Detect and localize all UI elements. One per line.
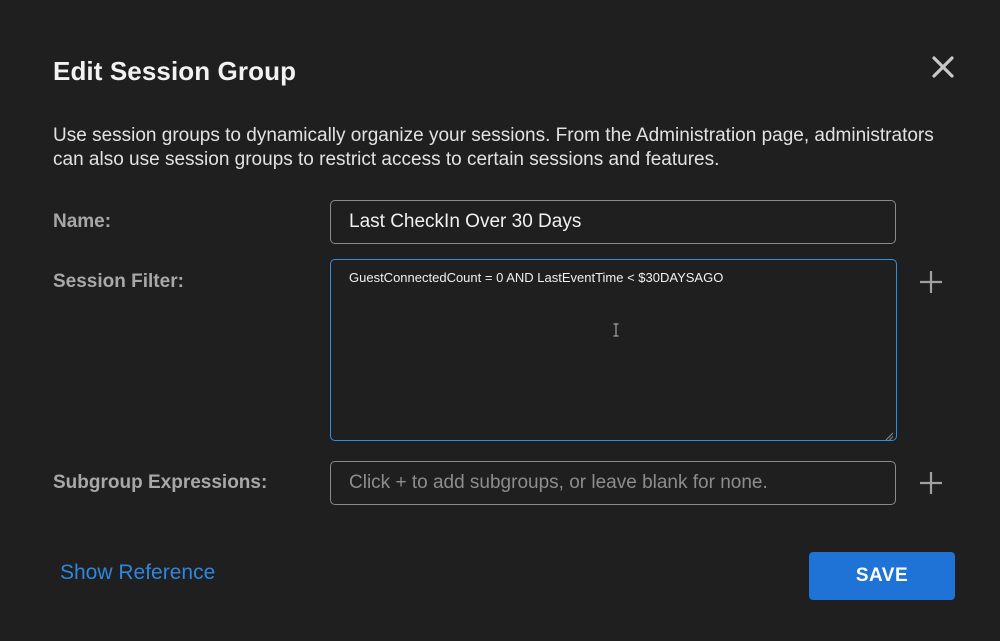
add-filter-button[interactable] bbox=[918, 269, 944, 295]
plus-icon bbox=[918, 470, 944, 496]
subgroup-expressions-label: Subgroup Expressions: bbox=[53, 472, 268, 493]
close-button[interactable] bbox=[928, 52, 958, 82]
save-button[interactable]: SAVE bbox=[809, 552, 955, 600]
session-filter-label: Session Filter: bbox=[53, 271, 184, 292]
add-subgroup-button[interactable] bbox=[918, 470, 944, 496]
close-icon bbox=[928, 52, 958, 82]
edit-session-group-dialog: Edit Session Group Use session groups to… bbox=[0, 0, 1000, 641]
session-filter-textarea[interactable]: GuestConnectedCount = 0 AND LastEventTim… bbox=[330, 259, 897, 441]
subgroup-expressions-input[interactable] bbox=[330, 461, 896, 505]
plus-icon bbox=[918, 269, 944, 295]
name-label: Name: bbox=[53, 211, 112, 232]
dialog-title: Edit Session Group bbox=[53, 56, 297, 86]
text-cursor-icon bbox=[612, 322, 620, 338]
show-reference-link[interactable]: Show Reference bbox=[60, 561, 215, 585]
name-input[interactable] bbox=[330, 200, 896, 244]
resize-grip-icon[interactable] bbox=[884, 428, 894, 441]
dialog-description: Use session groups to dynamically organi… bbox=[53, 125, 934, 170]
